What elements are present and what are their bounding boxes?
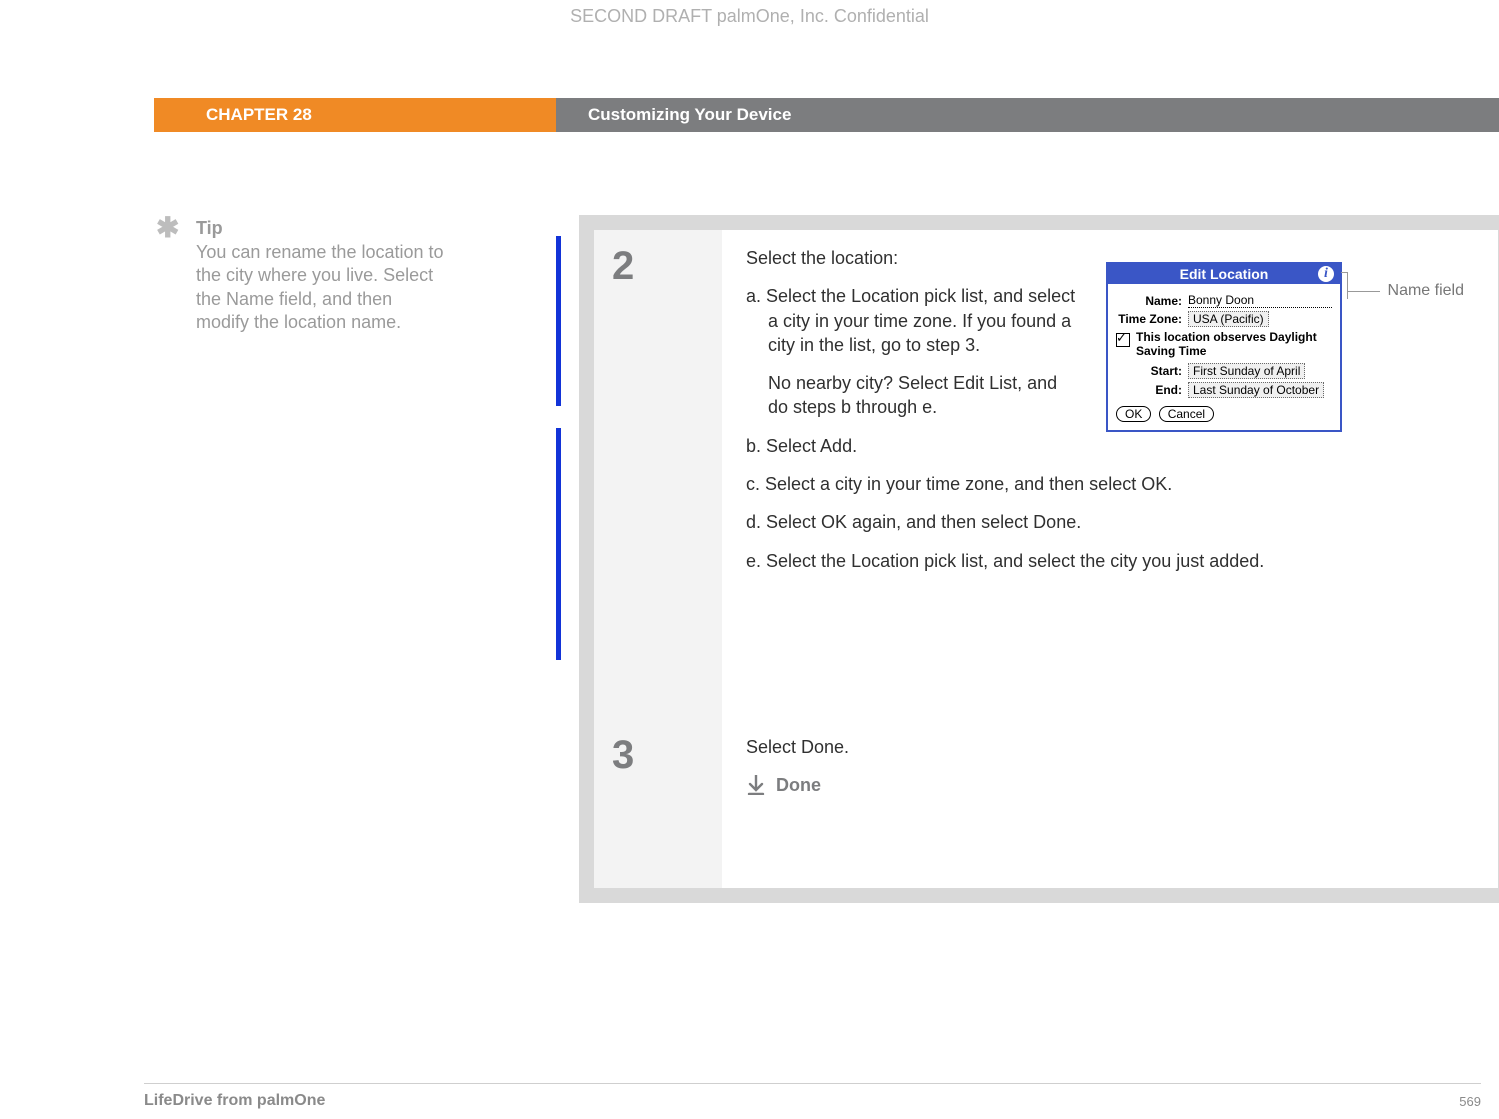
edit-location-dialog: Edit Location i Name: Bonny Doon Time Zo… [1106, 262, 1342, 432]
dst-label: This location observes Daylight Saving T… [1136, 331, 1332, 359]
confidential-watermark: SECOND DRAFT palmOne, Inc. Confidential [0, 6, 1499, 27]
callout-text: Name field [1388, 282, 1464, 300]
timezone-label: Time Zone: [1116, 312, 1182, 326]
name-field-callout: Name field [1348, 282, 1464, 300]
step-3-row: 3 Select Done. Done [594, 719, 1498, 888]
step-2-lead: Select the location: [746, 246, 1056, 270]
step-number-column: 3 [594, 719, 722, 888]
step-3-lead: Select Done. [746, 735, 1476, 759]
dst-end-label: End: [1116, 383, 1182, 397]
step-number-2: 2 [612, 244, 722, 289]
done-label: Done [776, 773, 821, 797]
step-2-marker-continued [556, 428, 561, 660]
dst-checkbox[interactable] [1116, 333, 1130, 347]
page-number: 569 [1459, 1094, 1481, 1109]
asterisk-icon: ✱ [156, 214, 179, 242]
step-2-marker [556, 236, 561, 406]
cancel-button[interactable]: Cancel [1159, 406, 1214, 422]
tip-body: You can rename the location to the city … [196, 241, 450, 335]
footer-product: LifeDrive from palmOne [144, 1092, 325, 1110]
step-2-b: b. Select Add. [746, 434, 1476, 458]
step-2-d: d. Select OK again, and then select Done… [746, 510, 1476, 534]
header-left-margin [0, 98, 154, 132]
chapter-label: CHAPTER 28 [154, 98, 556, 132]
step-number-3: 3 [612, 733, 722, 778]
step-2-c: c. Select a city in your time zone, and … [746, 472, 1476, 496]
footer-rule [144, 1083, 1481, 1084]
dst-end-picklist[interactable]: Last Sunday of October [1188, 382, 1324, 398]
step-number-column: 2 [594, 230, 722, 719]
step-2-a2: No nearby city? Select Edit List, and do… [746, 371, 1078, 420]
tip-block: ✱ Tip You can rename the location to the… [160, 218, 450, 335]
chapter-title: Customizing Your Device [556, 98, 1499, 132]
dialog-title: Edit Location [1180, 266, 1269, 282]
step-3-body: Select Done. Done [746, 735, 1476, 798]
step-2-row: 2 Select the location: a. Select the Loc… [594, 230, 1498, 719]
callout-line [1348, 291, 1380, 292]
step-2-e: e. Select the Location pick list, and se… [746, 549, 1476, 573]
chapter-header: CHAPTER 28 Customizing Your Device [0, 98, 1499, 132]
dst-start-picklist[interactable]: First Sunday of April [1188, 363, 1305, 379]
info-icon[interactable]: i [1318, 266, 1334, 282]
dialog-title-bar: Edit Location i [1108, 264, 1340, 284]
down-arrow-icon [746, 774, 766, 796]
dst-start-label: Start: [1116, 364, 1182, 378]
name-field[interactable]: Bonny Doon [1188, 293, 1332, 308]
timezone-picklist[interactable]: USA (Pacific) [1188, 311, 1269, 327]
step-2-a: a. Select the Location pick list, and se… [746, 284, 1078, 357]
ok-button[interactable]: OK [1116, 406, 1151, 422]
done-indicator: Done [746, 773, 1476, 797]
instruction-card: 2 Select the location: a. Select the Loc… [580, 216, 1499, 902]
name-label: Name: [1116, 294, 1182, 308]
tip-heading: Tip [196, 218, 450, 239]
